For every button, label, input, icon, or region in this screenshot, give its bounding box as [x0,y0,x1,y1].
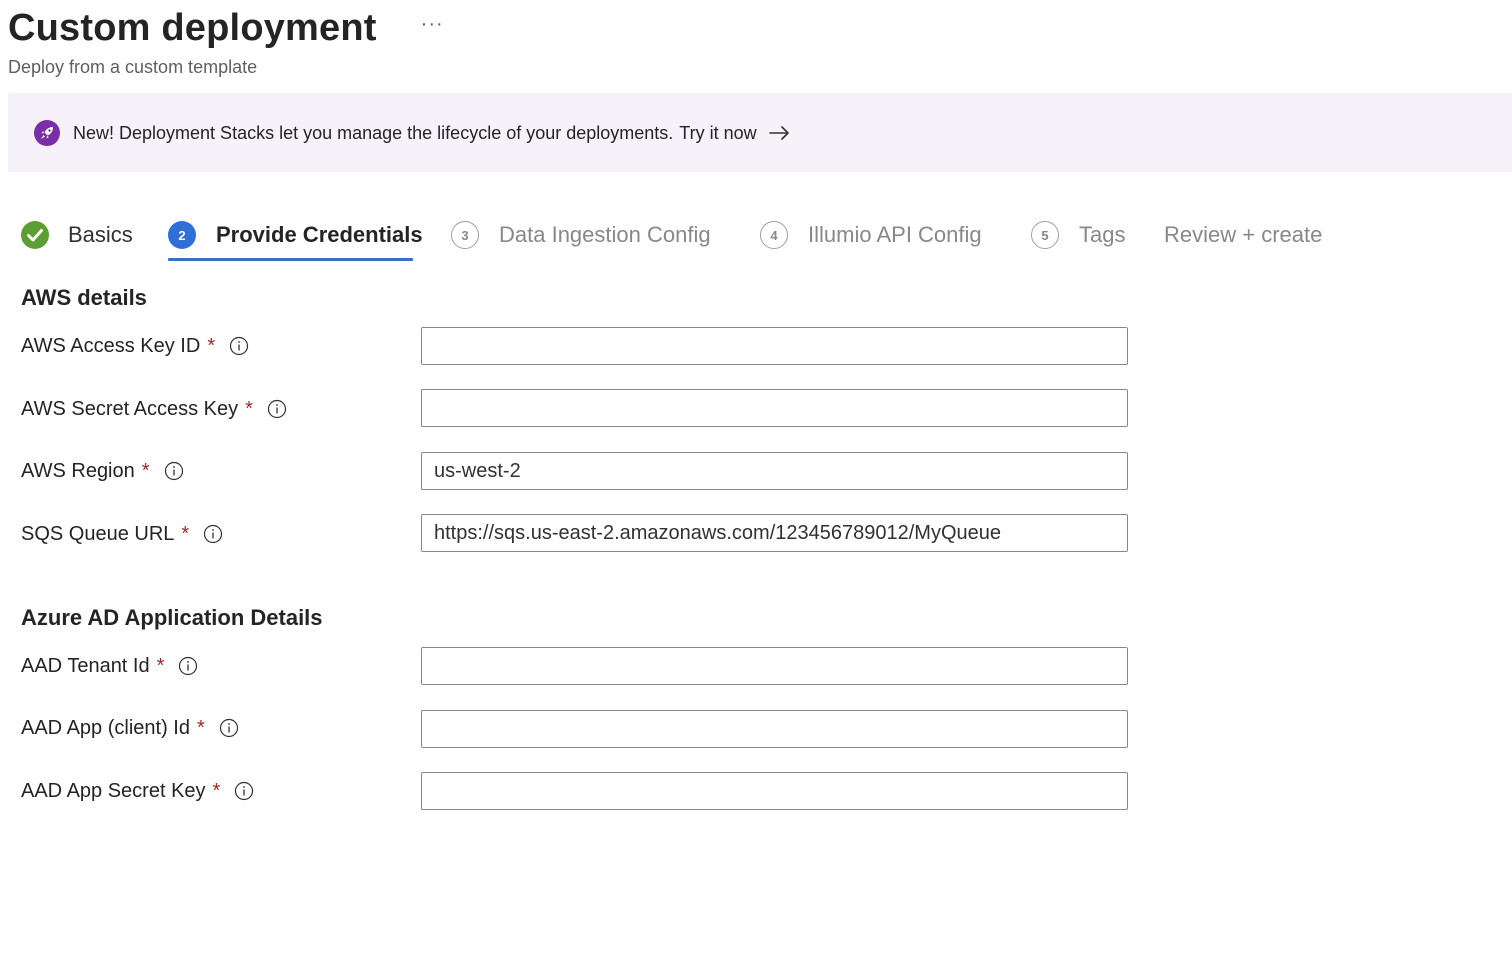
required-marker: * [212,780,221,802]
aws-region-input[interactable] [421,452,1128,490]
field-label-text: AWS Region [21,460,135,482]
aws-secret-access-key-label: AWS Secret Access Key * [21,396,287,422]
required-marker: * [141,460,150,482]
tab-basics[interactable]: Basics [20,212,133,258]
required-marker: * [245,398,253,420]
tab-review-create[interactable]: Review + create [1144,212,1322,258]
rocket-icon [34,119,60,146]
field-label-text: AAD Tenant Id [21,655,150,677]
aws-details-heading: AWS details [21,285,147,310]
tab-label: Data Ingestion Config [499,222,711,247]
title-row: Custom deployment ··· [8,4,448,52]
tab-illumio-api-config[interactable]: 4 Illumio API Config [760,212,982,258]
banner-text: New! Deployment Stacks let you manage th… [73,121,673,145]
try-it-now-label: Try it now [679,122,757,143]
info-icon[interactable] [229,336,249,356]
tab-data-ingestion-config[interactable]: 3 Data Ingestion Config [451,212,711,258]
required-marker: * [181,523,190,545]
deployment-stacks-banner: New! Deployment Stacks let you manage th… [8,93,1512,172]
aws-access-key-id-input[interactable] [421,327,1128,365]
aad-tenant-id-label: AAD Tenant Id * [21,653,198,679]
page-subtitle: Deploy from a custom template [8,57,258,77]
aad-tenant-id-input[interactable] [421,647,1128,685]
info-icon[interactable] [219,718,239,738]
aad-app-secret-key-input[interactable] [421,772,1128,810]
tab-provide-credentials[interactable]: 2 Provide Credentials [168,212,423,258]
try-it-now-link[interactable]: Try it now [673,121,790,145]
aws-region-label: AWS Region * [21,458,184,484]
aws-secret-access-key-input[interactable] [421,389,1128,427]
info-icon[interactable] [178,656,198,676]
more-options-button[interactable]: ··· [417,14,448,34]
step-number-badge: 4 [760,221,788,249]
active-tab-indicator [168,258,413,261]
custom-deployment-page: Custom deployment ··· Deploy from a cust… [0,0,1512,980]
tab-label: Basics [68,222,133,247]
checkmark-circle-icon [21,221,49,249]
info-icon[interactable] [203,524,223,544]
step-number-badge: 2 [168,221,196,249]
tab-label: Illumio API Config [808,222,982,247]
arrow-right-icon [768,125,789,140]
tab-label: Review + create [1164,222,1323,247]
aad-app-client-id-label: AAD App (client) Id * [21,715,239,741]
field-label-text: AWS Access Key ID [21,335,201,357]
field-label-text: AAD App Secret Key [21,780,206,802]
aad-app-secret-key-label: AAD App Secret Key * [21,778,254,804]
sqs-queue-url-input[interactable] [421,514,1128,552]
step-number-badge: 5 [1031,221,1059,249]
tab-label: Tags [1079,222,1126,247]
field-label-text: SQS Queue URL [21,523,175,545]
required-marker: * [156,655,165,677]
info-icon[interactable] [234,781,254,801]
banner-message: New! Deployment Stacks let you manage th… [73,122,674,143]
field-label-text: AAD App (client) Id [21,717,190,739]
aad-app-client-id-input[interactable] [421,710,1128,748]
page-title: Custom deployment [8,7,377,49]
info-icon[interactable] [267,399,287,419]
info-icon[interactable] [164,461,184,481]
required-marker: * [207,335,216,357]
sqs-queue-url-label: SQS Queue URL * [21,521,223,547]
page-header: Custom deployment ··· Deploy from a cust… [8,4,448,78]
step-number-badge: 3 [451,221,479,249]
aws-access-key-id-label: AWS Access Key ID * [21,333,249,359]
required-marker: * [196,717,205,739]
azure-ad-details-heading: Azure AD Application Details [21,605,323,630]
tab-tags[interactable]: 5 Tags [1031,212,1125,258]
field-label-text: AWS Secret Access Key [21,398,239,420]
tab-label: Provide Credentials [216,222,423,247]
